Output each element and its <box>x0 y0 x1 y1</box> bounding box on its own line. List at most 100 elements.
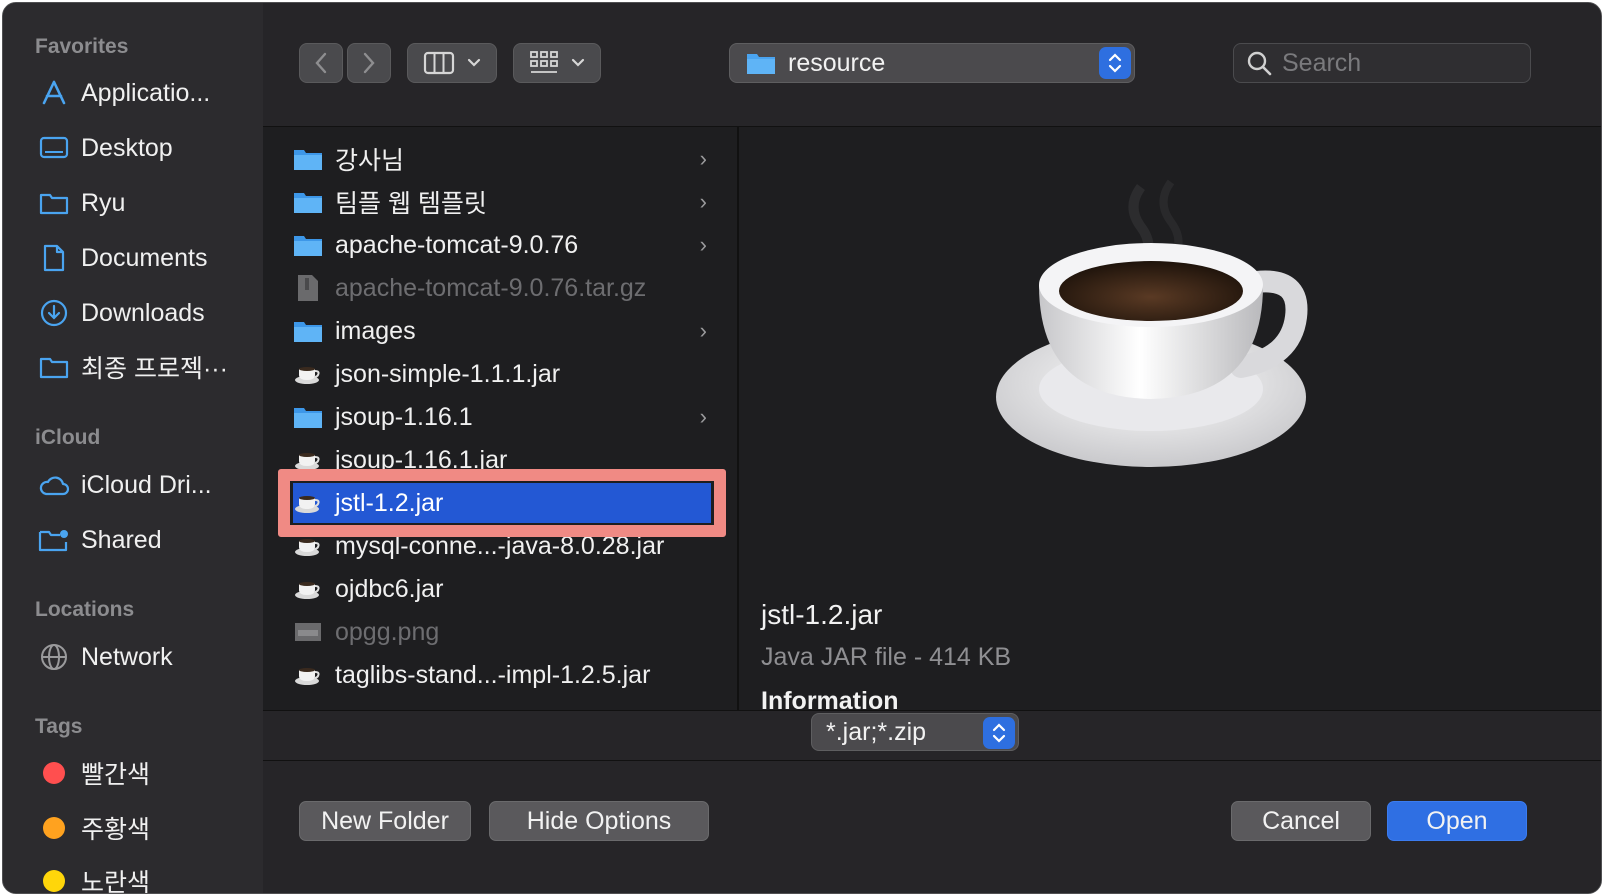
file-row[interactable]: mysql-conne...-java-8.0.28.jar <box>293 526 713 566</box>
sidebar-item-applications[interactable]: Applicatio... <box>37 73 259 113</box>
network-icon <box>37 642 71 672</box>
file-format-popup[interactable]: *.jar;*.zip <box>811 713 1019 751</box>
folder-icon <box>293 403 323 431</box>
file-name: mysql-conne...-java-8.0.28.jar <box>335 531 665 560</box>
file-name: taglibs-stand...-impl-1.2.5.jar <box>335 660 651 689</box>
view-mode-button[interactable] <box>407 43 497 83</box>
open-button[interactable]: Open <box>1387 801 1527 841</box>
chevron-right-icon: › <box>699 318 707 343</box>
chevron-down-icon <box>467 58 481 67</box>
sidebar-section-tags: Tags <box>35 715 83 738</box>
java-cup-icon <box>293 489 323 517</box>
archive-file-icon <box>293 274 323 302</box>
location-popup[interactable]: resource <box>729 43 1135 83</box>
file-format-label: *.jar;*.zip <box>826 717 927 746</box>
columns-view-icon <box>423 51 455 75</box>
chevron-down-icon <box>571 58 585 67</box>
preview-info-heading: Information <box>761 687 899 710</box>
folder-icon <box>37 352 71 382</box>
file-browser: 강사님 › 팀플 웹 템플릿 › apache-tomcat-9.0.76 › … <box>263 127 1601 711</box>
java-cup-icon <box>293 446 323 474</box>
sidebar-item-downloads[interactable]: Downloads <box>37 293 259 333</box>
sidebar-item-documents[interactable]: Documents <box>37 238 259 278</box>
sidebar-item-tag-red[interactable]: 빨간색 <box>37 753 259 793</box>
preview-pane: jstl-1.2.jar Java JAR file - 414 KB Info… <box>741 127 1601 710</box>
folder-icon <box>293 188 323 216</box>
file-name: jsoup-1.16.1.jar <box>335 445 508 474</box>
chevron-right-icon: › <box>699 404 707 429</box>
up-down-arrows-icon <box>983 717 1015 749</box>
file-row[interactable]: json-simple-1.1.1.jar <box>293 354 713 394</box>
folder-icon <box>293 317 323 345</box>
tag-dot-icon <box>43 870 65 892</box>
sidebar-item-label: 최종 프로젝··· <box>81 355 228 383</box>
forward-button[interactable] <box>347 43 391 83</box>
sidebar-item-icloud-drive[interactable]: iCloud Dri... <box>37 465 259 505</box>
open-file-dialog: Favorites Applicatio... Desktop Ryu Docu… <box>2 2 1602 894</box>
file-row[interactable]: 강사님 › <box>293 139 713 179</box>
shared-folder-icon <box>37 525 71 555</box>
sidebar-section-favorites: Favorites <box>35 35 129 58</box>
hide-options-button[interactable]: Hide Options <box>489 801 709 841</box>
folder-icon <box>293 231 323 259</box>
sidebar-item-label: 빨간색 <box>81 761 151 789</box>
sidebar-item-label: 노란색 <box>81 869 151 894</box>
new-folder-button[interactable]: New Folder <box>299 801 471 841</box>
image-file-icon <box>293 618 323 646</box>
file-row-selected[interactable]: jstl-1.2.jar <box>293 483 711 523</box>
file-name: jsoup-1.16.1 <box>335 402 473 431</box>
grid-icon <box>530 51 558 73</box>
sidebar-item-network[interactable]: Network <box>37 637 259 677</box>
applications-icon <box>37 78 71 108</box>
sidebar-item-label: Applicatio... <box>81 78 211 107</box>
sidebar-item-label: iCloud Dri... <box>81 470 212 499</box>
sidebar-item-tag-yellow[interactable]: 노란색 <box>37 861 259 894</box>
sidebar-item-shared[interactable]: Shared <box>37 520 259 560</box>
file-name: 강사님 <box>335 147 405 175</box>
file-row: opgg.png <box>293 612 713 652</box>
sidebar-item-label: Desktop <box>81 133 173 162</box>
file-name: json-simple-1.1.1.jar <box>335 359 561 388</box>
search-placeholder: Search <box>1282 48 1362 77</box>
bottom-bar: New Folder Hide Options Cancel Open <box>263 761 1601 893</box>
file-name: opgg.png <box>335 617 440 646</box>
file-row[interactable]: jsoup-1.16.1.jar <box>293 440 713 480</box>
downloads-icon <box>37 298 71 328</box>
file-column: 강사님 › 팀플 웹 템플릿 › apache-tomcat-9.0.76 › … <box>263 127 739 710</box>
chevron-right-icon <box>363 52 375 74</box>
sidebar-item-final-project[interactable]: 최종 프로젝··· <box>37 347 259 387</box>
file-name: 팀플 웹 템플릿 <box>335 190 487 218</box>
preview-file-name: jstl-1.2.jar <box>761 599 883 630</box>
cancel-button[interactable]: Cancel <box>1231 801 1371 841</box>
document-icon <box>37 243 71 273</box>
sidebar-item-label: Shared <box>81 525 162 554</box>
file-row[interactable]: jsoup-1.16.1 › <box>293 397 713 437</box>
folder-icon <box>293 145 323 173</box>
sidebar-item-ryu[interactable]: Ryu <box>37 183 259 223</box>
java-cup-icon <box>293 360 323 388</box>
tag-dot-icon <box>43 817 65 839</box>
file-row[interactable]: ojdbc6.jar <box>293 569 713 609</box>
sidebar-section-icloud: iCloud <box>35 426 101 449</box>
sidebar-section-locations: Locations <box>35 598 135 621</box>
back-button[interactable] <box>299 43 343 83</box>
folder-icon <box>37 188 71 218</box>
toolbar: resource Search <box>263 3 1601 127</box>
cloud-icon <box>37 470 71 500</box>
sidebar-item-desktop[interactable]: Desktop <box>37 128 259 168</box>
file-row[interactable]: 팀플 웹 템플릿 › <box>293 182 713 222</box>
tag-dot-icon <box>43 762 65 784</box>
sidebar-item-label: 주황색 <box>81 816 151 844</box>
search-icon <box>1246 50 1272 76</box>
file-row[interactable]: images › <box>293 311 713 351</box>
sidebar-item-label: Ryu <box>81 188 126 217</box>
java-cup-icon <box>293 661 323 689</box>
sidebar: Favorites Applicatio... Desktop Ryu Docu… <box>3 3 263 893</box>
search-field[interactable]: Search <box>1233 43 1531 83</box>
group-button[interactable] <box>513 43 601 83</box>
file-row[interactable]: taglibs-stand...-impl-1.2.5.jar <box>293 655 713 695</box>
up-down-arrows-icon <box>1099 47 1131 79</box>
file-row[interactable]: apache-tomcat-9.0.76 › <box>293 225 713 265</box>
chevron-right-icon: › <box>699 146 707 171</box>
sidebar-item-tag-orange[interactable]: 주황색 <box>37 808 259 848</box>
